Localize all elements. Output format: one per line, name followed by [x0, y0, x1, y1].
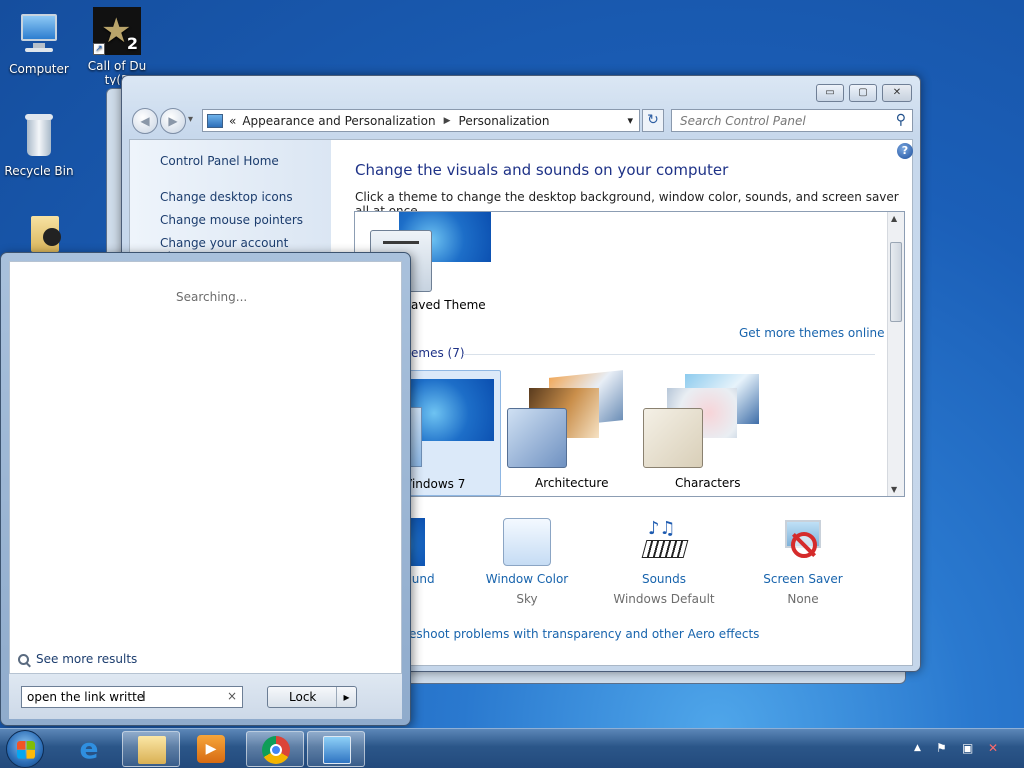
close-button[interactable]: ✕	[882, 84, 912, 102]
breadcrumb-separator-icon[interactable]: ▶	[444, 116, 451, 126]
troubleshoot-aero-link[interactable]: eshoot problems with transparency and ot…	[409, 627, 759, 641]
computer-icon	[15, 10, 63, 58]
search-input[interactable]: Search Control Panel ⚲	[671, 109, 913, 132]
internet-explorer-icon: e	[79, 732, 99, 765]
theme-list-scrollbar[interactable]: ▲ ▼	[887, 212, 904, 496]
search-results-panel: Searching... See more results	[9, 261, 402, 674]
theme-group-label: emes (7)	[411, 346, 465, 360]
folder-icon	[15, 214, 63, 254]
address-bar[interactable]: « Appearance and Personalization ▶ Perso…	[202, 109, 640, 132]
change-desktop-icons-link[interactable]: Change desktop icons	[160, 190, 293, 204]
start-menu: Searching... See more results open the l…	[0, 252, 411, 726]
window-color-icon	[503, 518, 551, 566]
taskbar-windows-explorer[interactable]	[122, 731, 180, 767]
help-icon[interactable]: ?	[897, 143, 913, 159]
back-button[interactable]: ◀	[132, 108, 158, 134]
minimize-button[interactable]: ▭	[816, 84, 844, 102]
window-color-label: Window Color	[485, 572, 569, 586]
screen-saver-item[interactable]: Screen Saver None	[748, 518, 858, 606]
screen-saver-value: None	[787, 592, 819, 606]
forward-button[interactable]: ▶	[160, 108, 186, 134]
window-color-value: Sky	[516, 592, 538, 606]
start-search-input[interactable]: open the link writte I ×	[21, 686, 243, 708]
lock-arrow-button[interactable]: ▸	[336, 687, 356, 707]
clear-search-icon[interactable]: ×	[227, 689, 237, 703]
control-panel-home-link[interactable]: Control Panel Home	[160, 154, 279, 168]
searching-status: Searching...	[176, 290, 248, 304]
change-mouse-pointers-link[interactable]: Change mouse pointers	[160, 213, 303, 227]
control-panel-icon	[207, 113, 223, 128]
search-placeholder: Search Control Panel	[680, 114, 806, 128]
desktop-icon-computer[interactable]: Computer	[0, 10, 78, 76]
theme-list: aved Theme Get more themes online emes (…	[354, 211, 905, 497]
windows-7-label: Vindows 7	[404, 477, 466, 491]
chrome-icon	[262, 736, 290, 764]
control-panel-icon	[323, 736, 351, 764]
scrollbar-thumb[interactable]	[890, 242, 902, 322]
screen-saver-icon	[779, 518, 827, 566]
desktop-icon-recycle-bin[interactable]: Recycle Bin	[0, 112, 78, 178]
refresh-button[interactable]: ↻	[642, 109, 664, 132]
call-of-duty-icon: ★ 2 ↗	[93, 7, 141, 55]
taskbar-chrome[interactable]	[246, 731, 304, 767]
see-more-results-link[interactable]: See more results	[18, 652, 138, 667]
start-search-value: open the link writte	[27, 690, 145, 704]
theme-characters[interactable]: Characters	[641, 370, 769, 496]
media-player-icon: ▶	[197, 735, 225, 763]
address-dropdown-icon[interactable]: ▾	[627, 114, 633, 127]
show-hidden-icons-button[interactable]: ▲	[914, 743, 921, 753]
recycle-bin-icon	[15, 112, 63, 160]
address-overflow[interactable]: «	[229, 114, 236, 128]
taskbar-internet-explorer[interactable]: e	[60, 731, 118, 767]
page-heading: Change the visuals and sounds on your co…	[355, 161, 729, 179]
window-color-item[interactable]: Window Color Sky	[472, 518, 582, 606]
lock-button[interactable]: Lock ▸	[267, 686, 357, 708]
group-divider	[463, 354, 875, 355]
navigation-bar: ◀ ▶ ▾ « Appearance and Personalization ▶…	[122, 103, 920, 135]
unsaved-theme-label: aved Theme	[411, 298, 486, 312]
architecture-label: Architecture	[535, 476, 609, 490]
volume-muted-icon[interactable]: ✕	[988, 741, 998, 755]
action-center-icon[interactable]: ⚑	[936, 741, 947, 755]
get-more-themes-link[interactable]: Get more themes online	[739, 326, 885, 340]
sounds-label: Sounds	[641, 572, 687, 586]
architecture-window-icon	[507, 408, 567, 468]
right-pane: ? Change the visuals and sounds on your …	[331, 140, 913, 665]
screen-saver-label: Screen Saver	[763, 572, 843, 586]
start-menu-bottom: open the link writte I × Lock ▸	[9, 674, 402, 719]
desktop-icon-call-of-duty[interactable]: ★ 2 ↗ Call of Duty(R	[78, 7, 156, 85]
sounds-item[interactable]: ♪♫ Sounds Windows Default	[609, 518, 719, 606]
taskbar-media-player[interactable]: ▶	[182, 731, 240, 767]
sounds-value: Windows Default	[613, 592, 715, 606]
desktop-icon-label: Computer	[9, 62, 69, 76]
search-icon[interactable]: ⚲	[896, 112, 906, 128]
taskbar-control-panel[interactable]	[307, 731, 365, 767]
maximize-button[interactable]: ▢	[849, 84, 877, 102]
start-button[interactable]	[6, 730, 44, 768]
desktop-icon-folder[interactable]	[0, 214, 78, 254]
characters-label: Characters	[675, 476, 741, 490]
network-icon[interactable]: ▣	[962, 741, 973, 755]
desktop-icon-label: Recycle Bin	[4, 164, 74, 178]
magnifier-icon	[18, 653, 31, 667]
theme-windows-7[interactable]: Vindows 7	[397, 370, 501, 496]
see-more-results-label: See more results	[36, 652, 138, 666]
lock-label: Lock	[289, 690, 317, 704]
taskbar: e ▶ ▲ ⚑ ▣ ✕	[0, 728, 1024, 768]
windows-logo-icon	[17, 741, 35, 759]
breadcrumb-appearance[interactable]: Appearance and Personalization	[242, 114, 435, 128]
folder-icon	[138, 736, 166, 764]
characters-window-icon	[643, 408, 703, 468]
theme-architecture[interactable]: Architecture	[505, 370, 633, 496]
sounds-icon: ♪♫	[640, 518, 689, 566]
text-cursor-icon: I	[142, 690, 146, 705]
recent-pages-dropdown[interactable]: ▾	[188, 114, 193, 125]
breadcrumb-personalization[interactable]: Personalization	[459, 114, 550, 128]
